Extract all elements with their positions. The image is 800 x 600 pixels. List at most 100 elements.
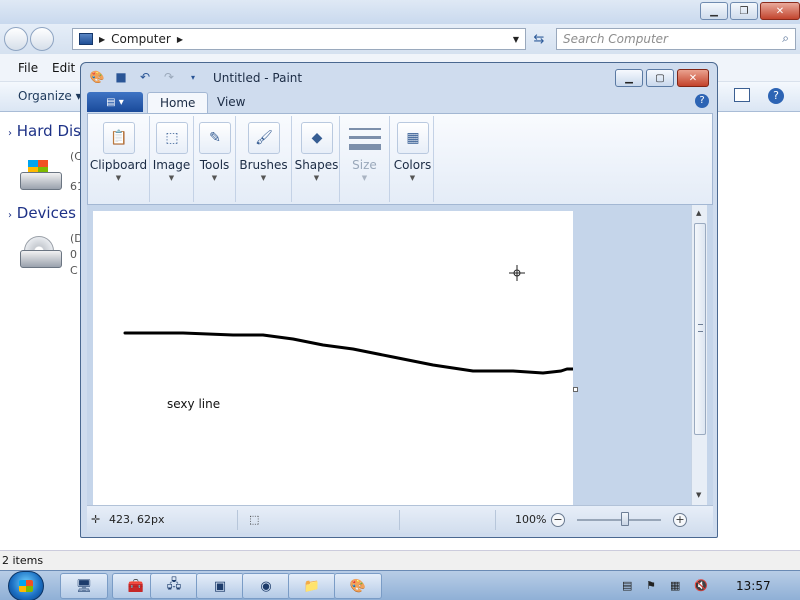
- ribbon-group-image[interactable]: ⬚ Image ▼: [150, 116, 194, 202]
- computer-icon: [79, 33, 93, 45]
- grip-icon: [698, 324, 703, 332]
- save-icon[interactable]: ■: [113, 69, 129, 85]
- back-button[interactable]: [4, 27, 28, 51]
- customize-qat-icon[interactable]: ▾: [185, 69, 201, 85]
- chevron-down-icon: ▼: [211, 174, 218, 182]
- dvd-drive-icon[interactable]: [18, 236, 66, 276]
- drawing-canvas[interactable]: sexy line: [93, 211, 577, 505]
- help-icon[interactable]: ?: [695, 94, 709, 108]
- crosshair-cursor-icon: [509, 265, 525, 281]
- cursor-position-icon: ✛: [91, 513, 101, 526]
- tray-network-icon[interactable]: ▦: [670, 579, 680, 592]
- address-bar[interactable]: ▶ Computer ▶ ▼: [72, 28, 526, 50]
- close-button[interactable]: ✕: [760, 2, 800, 20]
- organize-button[interactable]: Organize ▾: [18, 89, 82, 103]
- redo-icon[interactable]: ↷: [161, 69, 177, 85]
- canvas-text-label[interactable]: sexy line: [167, 397, 220, 411]
- paint-app-icon[interactable]: 🎨: [89, 69, 105, 85]
- paint-menu-button[interactable]: ▤ ▾: [87, 92, 143, 112]
- expand-arrow-icon: ›: [8, 128, 12, 139]
- drive-body: [20, 250, 62, 268]
- paint-window-buttons: ▁ ▢ ✕: [615, 69, 709, 87]
- tools-icon: ✎: [199, 122, 231, 154]
- paint-title: Untitled - Paint: [213, 71, 303, 85]
- status-separator: [399, 510, 400, 530]
- drive-d-info2: C: [70, 264, 78, 277]
- status-separator: [237, 510, 238, 530]
- local-disk-icon[interactable]: [18, 158, 66, 198]
- ribbon-group-colors[interactable]: ▦ Colors ▼: [392, 116, 434, 202]
- ribbon-group-size: Size ▼: [340, 116, 390, 202]
- paint-titlebar[interactable]: 🎨 ■ ↶ ↷ ▾ Untitled - Paint ▁ ▢ ✕: [81, 63, 717, 91]
- tab-view[interactable]: View: [205, 92, 257, 113]
- explorer-window-buttons: ▁ ❐ ✕: [700, 2, 800, 20]
- drive-d-info: 0: [70, 248, 77, 261]
- zoom-in-button[interactable]: +: [673, 513, 687, 527]
- status-separator: [495, 510, 496, 530]
- breadcrumb-arrow-icon: ▶: [99, 34, 106, 44]
- scroll-down-icon[interactable]: ▼: [696, 491, 701, 499]
- ribbon-tabs: ▤ ▾ Home View ?: [87, 91, 713, 113]
- size-label: Size: [352, 158, 377, 172]
- vertical-scrollbar[interactable]: ▲ ▼: [691, 205, 707, 505]
- paint-minimize-button[interactable]: ▁: [615, 69, 643, 87]
- menu-edit[interactable]: Edit: [52, 61, 75, 75]
- search-placeholder: Search Computer: [563, 32, 668, 46]
- scroll-up-icon[interactable]: ▲: [696, 209, 701, 217]
- line-size-icon: [349, 122, 381, 154]
- image-label: Image: [152, 158, 191, 172]
- tray-flag-icon[interactable]: ⚑: [646, 579, 656, 592]
- select-icon: ⬚: [156, 122, 188, 154]
- taskbar-explorer-icon[interactable]: 📁: [288, 573, 336, 599]
- chevron-down-icon: ▼: [168, 174, 175, 182]
- zoom-level: 100%: [515, 513, 547, 526]
- ribbon-group-brushes[interactable]: 🖌 Brushes ▼: [236, 116, 292, 202]
- taskbar-control-panel-icon[interactable]: 🖥: [60, 573, 108, 599]
- tray-volume-muted-icon[interactable]: 🔇: [694, 579, 708, 592]
- scroll-thumb[interactable]: [694, 223, 706, 435]
- tray-document-icon[interactable]: ▤: [622, 579, 632, 592]
- chevron-down-icon: ▼: [409, 174, 416, 182]
- ribbon-group-shapes[interactable]: ◆ Shapes ▼: [294, 116, 340, 202]
- ribbon-group-tools[interactable]: ✎ Tools ▼: [194, 116, 236, 202]
- minimize-button[interactable]: ▁: [700, 2, 728, 20]
- ribbon-group-clipboard[interactable]: 📋 Clipboard ▼: [88, 116, 150, 202]
- help-icon[interactable]: ?: [768, 88, 784, 104]
- paint-window: 🎨 ■ ↶ ↷ ▾ Untitled - Paint ▁ ▢ ✕ ▤ ▾ Hom…: [80, 62, 718, 538]
- windows-logo-icon: [19, 580, 33, 592]
- brushes-label: Brushes: [239, 158, 288, 172]
- search-input[interactable]: Search Computer ⌕: [556, 28, 796, 50]
- menu-file[interactable]: File: [18, 61, 38, 75]
- selection-size-icon: ⬚: [249, 513, 260, 526]
- taskbar-cmd-icon[interactable]: ▣: [196, 573, 244, 599]
- taskbar-network-icon[interactable]: 🖧: [150, 573, 198, 599]
- tab-home[interactable]: Home: [147, 92, 209, 113]
- paint-maximize-button[interactable]: ▢: [646, 69, 674, 87]
- address-dropdown-icon[interactable]: ▼: [513, 35, 519, 44]
- paint-close-button[interactable]: ✕: [677, 69, 709, 87]
- zoom-out-button[interactable]: −: [551, 513, 565, 527]
- clipboard-label: Clipboard: [89, 158, 148, 172]
- expand-arrow-icon: ›: [8, 210, 12, 221]
- group-header-hard-disks[interactable]: › Hard Dis: [8, 122, 81, 140]
- preview-pane-icon[interactable]: [734, 88, 750, 102]
- search-icon[interactable]: ⌕: [782, 31, 789, 46]
- clipboard-icon: 📋: [103, 122, 135, 154]
- drawn-line-layer: [123, 265, 577, 375]
- restore-button[interactable]: ❐: [730, 2, 758, 20]
- clock[interactable]: 13:57: [736, 579, 771, 593]
- zoom-slider-track[interactable]: [577, 519, 661, 521]
- paint-status-bar: ✛ 423, 62px ⬚ 100% − +: [87, 505, 713, 533]
- canvas-resize-handle[interactable]: [573, 387, 578, 392]
- zoom-slider-thumb[interactable]: [621, 512, 629, 526]
- ribbon: 📋 Clipboard ▼ ⬚ Image ▼ ✎ Tools ▼ 🖌 Brus…: [87, 113, 713, 205]
- refresh-icon[interactable]: ⇆: [528, 28, 550, 50]
- forward-button[interactable]: [30, 27, 54, 51]
- start-button[interactable]: [8, 571, 44, 600]
- organize-label: Organize: [18, 89, 72, 103]
- taskbar-paint-icon[interactable]: 🎨: [334, 573, 382, 599]
- quick-access-toolbar: 🎨 ■ ↶ ↷ ▾: [89, 69, 201, 85]
- taskbar-firefox-icon[interactable]: ◉: [242, 573, 290, 599]
- undo-icon[interactable]: ↶: [137, 69, 153, 85]
- breadcrumb-computer[interactable]: Computer: [111, 32, 171, 46]
